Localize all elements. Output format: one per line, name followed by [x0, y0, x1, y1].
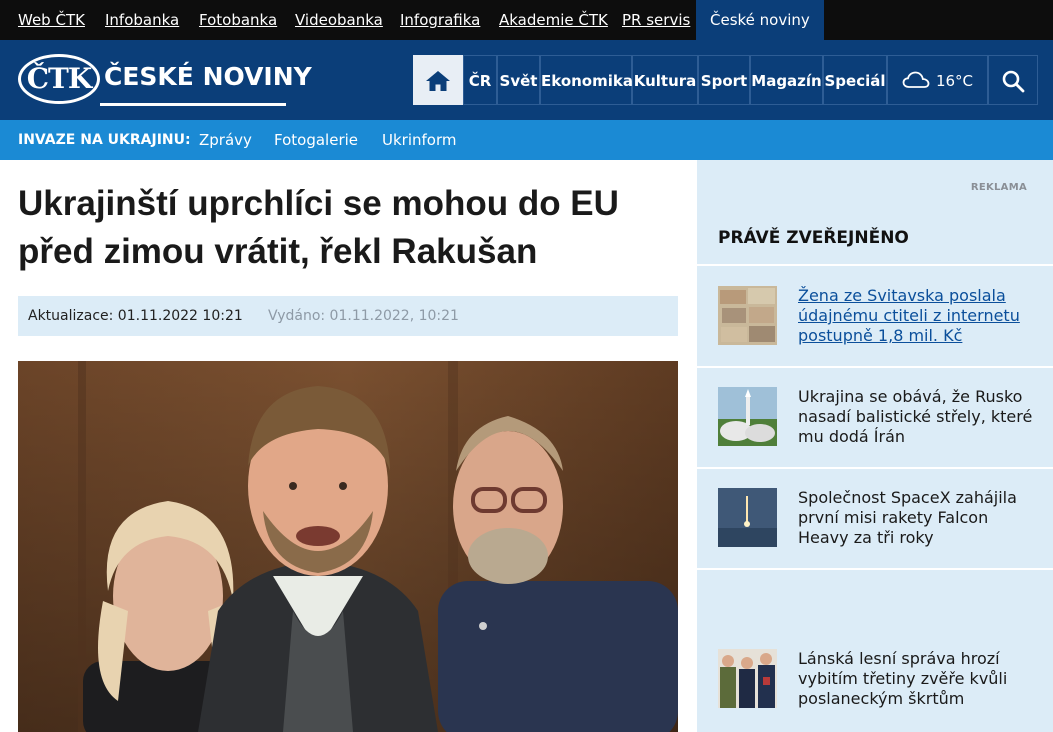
topic-bar: INVAZE NA UKRAJINU: Zprávy Fotogalerie U…	[0, 120, 1053, 160]
news-thumbnail[interactable]	[718, 387, 777, 446]
news-item[interactable]: Žena ze Svitavska poslala údajnému ctite…	[697, 266, 1053, 366]
temperature-value: 16°C	[935, 72, 974, 90]
ad-label: REKLAMA	[970, 182, 1027, 193]
article-photo[interactable]	[18, 361, 678, 732]
article-updated: Aktualizace: 01.11.2022 10:21	[28, 308, 243, 324]
news-headline[interactable]: Ukrajina se obává, že Rusko nasadí balis…	[798, 387, 1038, 447]
news-thumbnail[interactable]	[718, 488, 777, 547]
divider	[697, 568, 1053, 570]
topbar-link-infografika[interactable]: Infografika	[400, 0, 480, 40]
news-item[interactable]: Ukrajina se obává, že Rusko nasadí balis…	[697, 368, 1053, 468]
news-headline[interactable]: Lánská lesní správa hrozí vybitím třetin…	[798, 649, 1038, 709]
news-thumbnail[interactable]	[718, 286, 777, 345]
missile-launch-image	[718, 387, 777, 446]
article-meta: Aktualizace: 01.11.2022 10:21 Vydáno: 01…	[18, 296, 678, 336]
topic-link-ukrinform[interactable]: Ukrinform	[382, 120, 456, 160]
topbar-link-infobanka[interactable]: Infobanka	[105, 0, 179, 40]
news-item[interactable]: Společnost SpaceX zahájila první misi ra…	[697, 469, 1053, 569]
top-bar: Web ČTK Infobanka Fotobanka Videobanka I…	[0, 0, 1053, 40]
topbar-link-videobanka[interactable]: Videobanka	[295, 0, 383, 40]
site-logo[interactable]: ČTK	[18, 54, 100, 104]
cloud-icon	[902, 71, 930, 88]
topic-link-fotogalerie[interactable]: Fotogalerie	[274, 120, 358, 160]
article-title: Ukrajinští uprchlíci se mohou do EU před…	[18, 184, 619, 271]
nav-item-special[interactable]: Speciál	[823, 55, 887, 105]
rocket-night-image	[718, 488, 777, 547]
nav-item-sport[interactable]: Sport	[698, 55, 750, 105]
news-thumbnail[interactable]	[718, 649, 777, 708]
nav-item-magazin[interactable]: Magazín	[750, 55, 823, 105]
nav-item-ekonomika[interactable]: Ekonomika	[540, 55, 633, 105]
topbar-link-akademie[interactable]: Akademie ČTK	[499, 0, 608, 40]
article-published: Vydáno: 01.11.2022, 10:21	[268, 308, 459, 324]
sidebar: REKLAMA PRÁVĚ ZVEŘEJNĚNO Žena ze Svitavs…	[697, 160, 1053, 732]
sidebar-title: PRÁVĚ ZVEŘEJNĚNO	[718, 228, 909, 248]
nav-item-kultura[interactable]: Kultura	[632, 55, 698, 105]
topbar-link-pr-servis[interactable]: PR servis	[622, 0, 690, 40]
weather-widget[interactable]: 16°C	[887, 55, 988, 105]
people-image	[718, 649, 777, 708]
topbar-link-fotobanka[interactable]: Fotobanka	[199, 0, 277, 40]
banknotes-image	[718, 286, 777, 345]
logo-underline	[100, 103, 286, 106]
nav-home-button[interactable]	[413, 55, 463, 105]
nav-item-svet[interactable]: Svět	[497, 55, 540, 105]
search-icon	[1002, 70, 1025, 93]
site-header: ČTK ČESKÉ NOVINY ČR Svět Ekonomika Kultu…	[0, 40, 1053, 120]
home-icon	[426, 71, 450, 91]
search-button[interactable]	[988, 55, 1038, 105]
topic-bar-title: INVAZE NA UKRAJINU:	[18, 132, 191, 148]
article-photo-image	[18, 361, 678, 732]
nav-item-cr[interactable]: ČR	[463, 55, 497, 105]
news-headline-link[interactable]: Žena ze Svitavska poslala údajnému ctite…	[798, 286, 1038, 346]
news-item[interactable]: Lánská lesní správa hrozí vybitím třetin…	[697, 630, 1053, 730]
topbar-link-ceske-noviny[interactable]: České noviny	[696, 0, 824, 40]
site-logo-text[interactable]: ČESKÉ NOVINY	[104, 62, 312, 91]
topic-link-zpravy[interactable]: Zprávy	[199, 120, 252, 160]
news-headline[interactable]: Společnost SpaceX zahájila první misi ra…	[798, 488, 1038, 548]
topbar-link-web-ctk[interactable]: Web ČTK	[18, 0, 85, 40]
